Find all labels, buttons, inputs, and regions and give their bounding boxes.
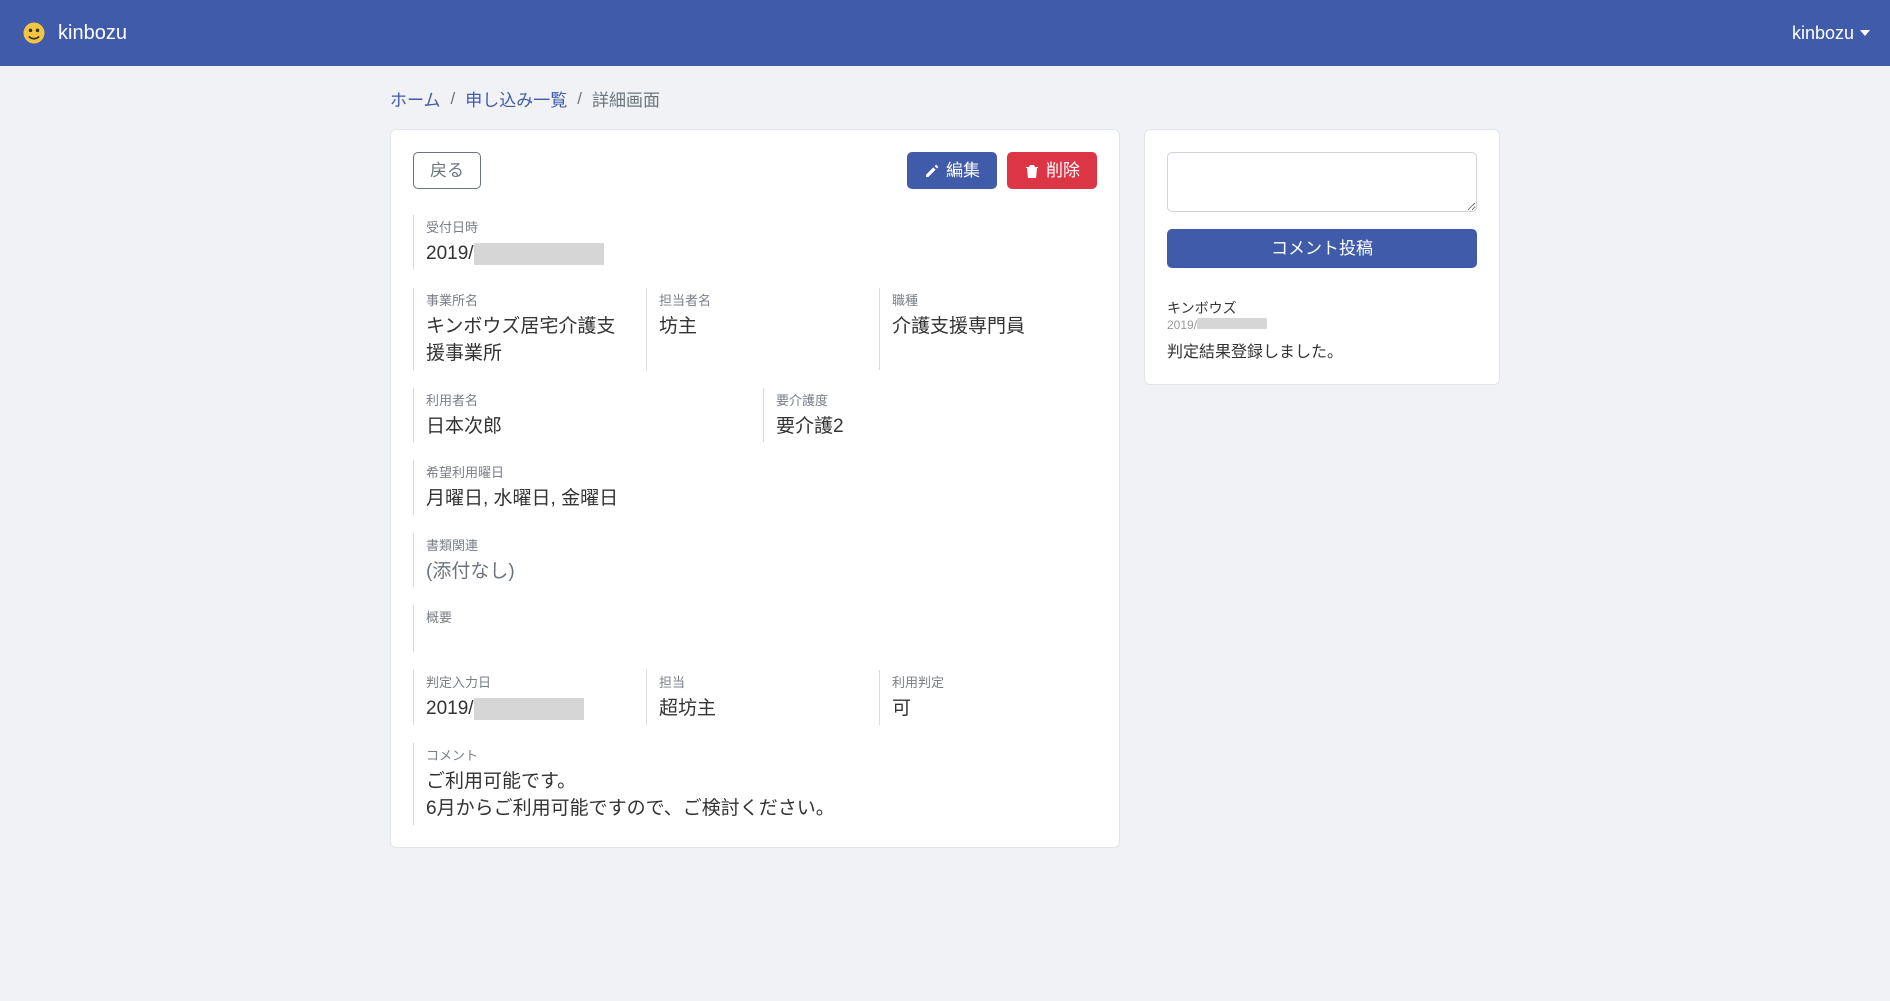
comment-panel: コメント投稿 キンボウズ 2019/ 判定結果登録しました。	[1144, 129, 1500, 385]
field-label: コメント	[426, 745, 1097, 764]
field-office: 事業所名 キンボウズ居宅介護支援事業所	[413, 288, 630, 370]
edit-icon	[924, 163, 940, 179]
brand-logo-icon	[20, 19, 48, 47]
field-contact: 担当者名 坊主	[646, 288, 863, 370]
comment-item: キンボウズ 2019/ 判定結果登録しました。	[1167, 298, 1477, 362]
field-comment: コメント ご利用可能です。 6月からご利用可能ですので、ご検討ください。	[413, 743, 1097, 825]
trash-icon	[1024, 163, 1040, 179]
field-label: 利用者名	[426, 390, 747, 409]
redacted	[474, 243, 604, 265]
field-value: 可	[892, 695, 1096, 723]
field-value: 要介護2	[776, 413, 1097, 441]
comment-author: キンボウズ	[1167, 298, 1477, 318]
comment-submit-button[interactable]: コメント投稿	[1167, 229, 1477, 268]
field-judge-by: 担当 超坊主	[646, 670, 863, 725]
field-value: 2019/	[426, 240, 1097, 268]
field-value: 月曜日, 水曜日, 金曜日	[426, 485, 1097, 513]
field-label: 利用判定	[892, 672, 1096, 691]
user-name: kinbozu	[1792, 23, 1854, 44]
field-docs: 書類関連 (添付なし)	[413, 533, 1097, 588]
chevron-down-icon	[1860, 30, 1870, 36]
field-label: 受付日時	[426, 217, 1097, 236]
breadcrumb-list[interactable]: 申し込み一覧	[465, 86, 567, 111]
brand-link[interactable]: kinbozu	[20, 19, 127, 47]
field-label: 担当	[659, 672, 863, 691]
field-judged-at: 判定入力日 2019/	[413, 670, 630, 725]
field-value: 超坊主	[659, 695, 863, 723]
field-value: 介護支援専門員	[892, 313, 1096, 341]
field-label: 希望利用曜日	[426, 462, 1097, 481]
delete-button[interactable]: 削除	[1007, 152, 1097, 189]
field-role: 職種 介護支援専門員	[879, 288, 1096, 370]
field-value: キンボウズ居宅介護支援事業所	[426, 313, 630, 368]
field-value: 日本次郎	[426, 413, 747, 441]
field-label: 事業所名	[426, 290, 630, 309]
edit-button[interactable]: 編集	[907, 152, 997, 189]
field-carelevel: 要介護度 要介護2	[763, 388, 1097, 443]
field-user: 利用者名 日本次郎	[413, 388, 747, 443]
redacted	[474, 698, 584, 720]
field-label: 要介護度	[776, 390, 1097, 409]
field-value: 坊主	[659, 313, 863, 341]
breadcrumb: ホーム / 申し込み一覧 / 詳細画面	[390, 86, 1500, 111]
field-received-at: 受付日時 2019/	[413, 215, 1097, 270]
comment-input[interactable]	[1167, 152, 1477, 212]
redacted	[1197, 318, 1267, 329]
breadcrumb-separator: /	[451, 89, 456, 109]
field-summary: 概要	[413, 605, 1097, 652]
brand-text: kinbozu	[58, 22, 127, 45]
navbar: kinbozu kinbozu	[0, 0, 1890, 66]
comment-date: 2019/	[1167, 318, 1477, 332]
field-judgement: 利用判定 可	[879, 670, 1096, 725]
back-button[interactable]: 戻る	[413, 152, 481, 189]
breadcrumb-home[interactable]: ホーム	[390, 86, 441, 111]
field-label: 判定入力日	[426, 672, 630, 691]
field-value: (添付なし)	[426, 558, 1097, 586]
detail-toolbar: 戻る 編集 削除	[413, 152, 1097, 189]
field-label: 職種	[892, 290, 1096, 309]
field-days: 希望利用曜日 月曜日, 水曜日, 金曜日	[413, 460, 1097, 515]
comment-text: 判定結果登録しました。	[1167, 338, 1477, 362]
field-value: 2019/	[426, 695, 630, 723]
field-label: 担当者名	[659, 290, 863, 309]
detail-card: 戻る 編集 削除	[390, 129, 1120, 848]
field-label: 書類関連	[426, 535, 1097, 554]
user-menu[interactable]: kinbozu	[1792, 23, 1870, 44]
field-label: 概要	[426, 607, 1097, 626]
breadcrumb-separator: /	[577, 89, 582, 109]
field-value: ご利用可能です。 6月からご利用可能ですので、ご検討ください。	[426, 768, 1097, 823]
field-value	[426, 630, 1097, 650]
breadcrumb-current: 詳細画面	[592, 86, 660, 111]
